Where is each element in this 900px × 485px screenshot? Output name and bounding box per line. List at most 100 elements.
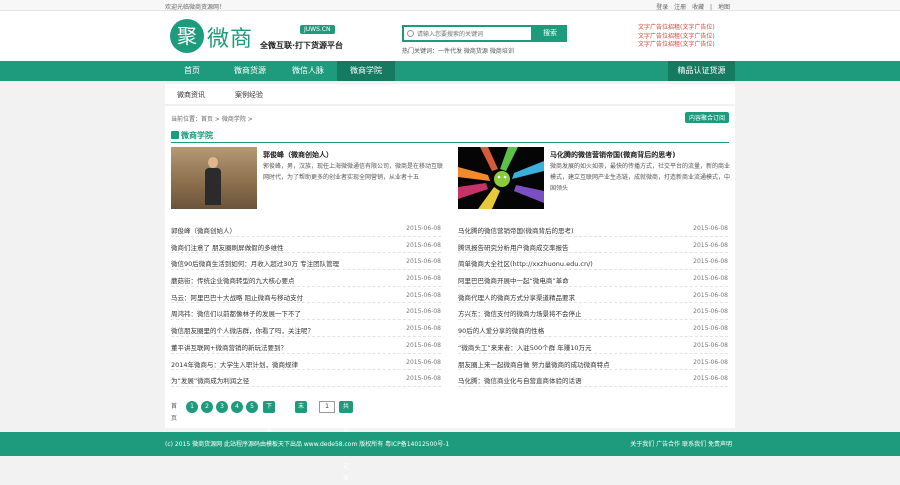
login-link[interactable]: 登录 [656, 4, 668, 11]
article-date: 2015-06-08 [406, 275, 441, 283]
nav-contacts[interactable]: 微信人脉 [279, 61, 337, 81]
article-title[interactable]: 周鸿祎：微信们以前都像林子的发展一下不了 [171, 308, 381, 318]
pager-next[interactable]: 下一页 [263, 401, 276, 434]
article-title[interactable]: 阿里巴巴微商开展中一起“微电商”革命 [458, 275, 668, 285]
article-title[interactable]: 90后的人爱分享的微商的性格 [458, 325, 668, 335]
list-item[interactable]: 马化腾的微信营销帝国(微商背后的思考) 2015-06-08 [458, 220, 728, 237]
list-item[interactable]: 90后的人爱分享的微商的性格 2015-06-08 [458, 320, 728, 337]
section-title: 微商学院 [171, 130, 213, 141]
nav-supply[interactable]: 微商货源 [221, 61, 279, 81]
pager-last[interactable]: 末页 [295, 401, 308, 422]
list-item[interactable]: 周鸿祎：微信们以前都像林子的发展一下不了 2015-06-08 [171, 303, 441, 321]
article-title[interactable]: 2014年微商与：大学生入职计划，微商规律 [171, 359, 381, 369]
divider [171, 142, 729, 143]
list-item[interactable]: 马化腾：微信商业化与自营直商体验的话语 2015-06-08 [458, 370, 728, 387]
article-title[interactable]: 微信90后微商生活到如何：月收入超过30万 专注团队管理 [171, 258, 381, 268]
header: 聚 微商 JUWS.CN 全微互联·打下货源平台 搜索 热门关键词：一件代发 微… [0, 11, 900, 61]
article-title[interactable]: “微商头工”来来者：入驻500个群 年赚10万元 [458, 342, 668, 352]
main-content: 当前位置：首页 > 微商学院 > 内容聚合订阅 微商学院 郭俊峰（微商创始人） … [165, 106, 735, 482]
list-item[interactable]: 微商代理人的微商方式分享渠道精品要求 2015-06-08 [458, 287, 728, 304]
list-item[interactable]: 微商们注意了 朋友圈刷屏做假的多维性 2015-06-08 [171, 237, 441, 254]
register-link[interactable]: 注册 [674, 4, 686, 11]
rss-button[interactable]: 内容聚合订阅 [684, 112, 729, 123]
article-date: 2015-06-08 [406, 358, 441, 366]
main-nav: 首页 微商货源 微信人脉 微商学院 精品认证货源 [0, 61, 900, 81]
logo-text[interactable]: 微商 [207, 21, 253, 53]
article-date: 2015-06-08 [693, 241, 728, 249]
hot-keywords[interactable]: 热门关键词：一件代发 微商货源 微商培训 [402, 46, 514, 55]
nav-home[interactable]: 首页 [165, 61, 219, 81]
welcome-text: 欢迎光临微商资源网！ [165, 4, 226, 11]
feature-image-person[interactable] [171, 147, 257, 209]
article-title[interactable]: 腾讯报告研究分析用户微商成交率报告 [458, 242, 668, 252]
person-figure [205, 157, 221, 205]
feature-title[interactable]: 马化腾的微信营销帝国(微商背后的思考) [550, 150, 675, 160]
sub-nav: 微商资讯 案例经验 [165, 84, 735, 104]
nav-certified-supply[interactable]: 精品认证货源 [668, 61, 735, 81]
article-title[interactable]: 方兴东：微信支付的微商力场景将不会停止 [458, 308, 668, 318]
list-item[interactable]: 腾讯报告研究分析用户微商成交率报告 2015-06-08 [458, 237, 728, 254]
pager-total: 共5页 90条记录 [339, 401, 353, 482]
search-button[interactable]: 搜索 [533, 25, 567, 42]
article-title[interactable]: 微商代理人的微商方式分享渠道精品要求 [458, 292, 668, 302]
pager-page-1[interactable]: 1 [186, 401, 198, 413]
article-title[interactable]: 简单微商大全社区(http://xxzhuonu.edu.cn/) [458, 258, 668, 268]
article-list-right: 马化腾的微信营销帝国(微商背后的思考) 2015-06-08 腾讯报告研究分析用户… [458, 220, 728, 387]
feature-image-hands[interactable] [458, 147, 544, 209]
article-title[interactable]: 马云：阿里巴巴十大战略 阻止微商与移动支付 [171, 292, 381, 302]
list-item[interactable]: 朋友圈上来一起微商自做 努力量微商的成功微商特点 2015-06-08 [458, 354, 728, 371]
article-title[interactable]: 郭俊峰（微商创始人） [171, 225, 381, 235]
text-ad-link[interactable]: 文字广告位招租(文字广告位) [638, 33, 715, 42]
list-item[interactable]: 2014年微商与：大学生入职计划，微商规律 2015-06-08 [171, 354, 441, 371]
pager-page-4[interactable]: 4 [231, 401, 243, 413]
feature-title[interactable]: 郭俊峰（微商创始人） [263, 150, 333, 160]
article-date: 2015-06-08 [406, 241, 441, 249]
pager-page-2[interactable]: 2 [201, 401, 213, 413]
article-date: 2015-06-08 [693, 275, 728, 283]
article-date: 2015-06-08 [406, 308, 441, 316]
article-date: 2015-06-08 [406, 325, 441, 333]
pager-page-5[interactable]: 5 [246, 401, 258, 413]
nav-academy[interactable]: 微商学院 [337, 61, 395, 81]
list-item[interactable]: 马云：阿里巴巴十大战略 阻止微商与移动支付 2015-06-08 [171, 287, 441, 304]
feature-desc: 郭俊峰，男，汉族，现任上海微微通信有限公司，微商是在移动互联网时代，为了帮助更多… [263, 163, 444, 181]
list-item[interactable]: 阿里巴巴微商开展中一起“微电商”革命 2015-06-08 [458, 270, 728, 287]
article-title[interactable]: 马化腾的微信营销帝国(微商背后的思考) [458, 225, 668, 235]
article-date: 2015-06-08 [693, 308, 728, 316]
copyright: (c) 2015 微商货源网 此站程序源码由模板天下出品 www.dede58.… [165, 441, 450, 448]
article-date: 2015-06-08 [406, 258, 441, 266]
text-ad-link[interactable]: 文字广告位招租(文字广告位) [638, 41, 715, 50]
article-title[interactable]: 微商们注意了 朋友圈刷屏做假的多维性 [171, 242, 381, 252]
list-item[interactable]: 简单微商大全社区(http://xxzhuonu.edu.cn/) 2015-06… [458, 253, 728, 271]
article-date: 2015-06-08 [406, 375, 441, 383]
list-item[interactable]: “微商头工”来来者：入驻500个群 年赚10万元 2015-06-08 [458, 337, 728, 354]
logo-icon[interactable]: 聚 [170, 19, 204, 53]
article-title[interactable]: 为“发展”微商成为利润之径 [171, 375, 381, 385]
list-item[interactable]: 董平讲互联网+微商营销的新玩法要到？ 2015-06-08 [171, 337, 441, 354]
article-title[interactable]: 朋友圈上来一起微商自做 努力量微商的成功微商特点 [458, 359, 668, 369]
breadcrumb[interactable]: 当前位置：首页 > 微商学院 > [171, 114, 253, 123]
pager-select[interactable]: 1 [319, 401, 335, 413]
list-item[interactable]: 微信朋友圈里的个人微店群，你看了吗，关注呢？ 2015-06-08 [171, 320, 441, 337]
article-title[interactable]: 微信朋友圈里的个人微店群，你看了吗，关注呢？ [171, 325, 381, 335]
pager-first[interactable]: 首页 [171, 401, 177, 422]
pager-page-3[interactable]: 3 [216, 401, 228, 413]
list-item[interactable]: 郭俊峰（微商创始人） 2015-06-08 [171, 220, 441, 237]
favorite-link[interactable]: 收藏 [692, 4, 704, 11]
search-input[interactable] [417, 28, 529, 40]
feature-desc: 微商发展的如火如荼，最快的传播方式，社交平台的流量，新的商业模式，建立互联网产业… [550, 163, 731, 192]
text-ad-link[interactable]: 文字广告位招租(文字广告位) [638, 24, 715, 33]
list-item[interactable]: 为“发展”微商成为利润之径 2015-06-08 [171, 370, 441, 387]
list-item[interactable]: 微信90后微商生活到如何：月收入超过30万 专注团队管理 2015-06-08 [171, 253, 441, 271]
sitemap-link[interactable]: 地图 [718, 4, 730, 11]
footer-links[interactable]: 关于我们 广告合作 联系我们 免责声明 [630, 439, 732, 448]
subnav-news[interactable]: 微商资讯 [177, 90, 205, 100]
article-title[interactable]: 马化腾：微信商业化与自营直商体验的话语 [458, 375, 668, 385]
article-title[interactable]: 蘑菇街：传统企业微商转型的九大核心要点 [171, 275, 381, 285]
list-item[interactable]: 方兴东：微信支付的微商力场景将不会停止 2015-06-08 [458, 303, 728, 321]
text-ads: 文字广告位招租(文字广告位) 文字广告位招租(文字广告位) 文字广告位招租(文字… [638, 24, 715, 50]
article-title[interactable]: 董平讲互联网+微商营销的新玩法要到？ [171, 342, 381, 352]
list-item[interactable]: 蘑菇街：传统企业微商转型的九大核心要点 2015-06-08 [171, 270, 441, 287]
article-date: 2015-06-08 [693, 358, 728, 366]
subnav-cases[interactable]: 案例经验 [235, 90, 263, 100]
